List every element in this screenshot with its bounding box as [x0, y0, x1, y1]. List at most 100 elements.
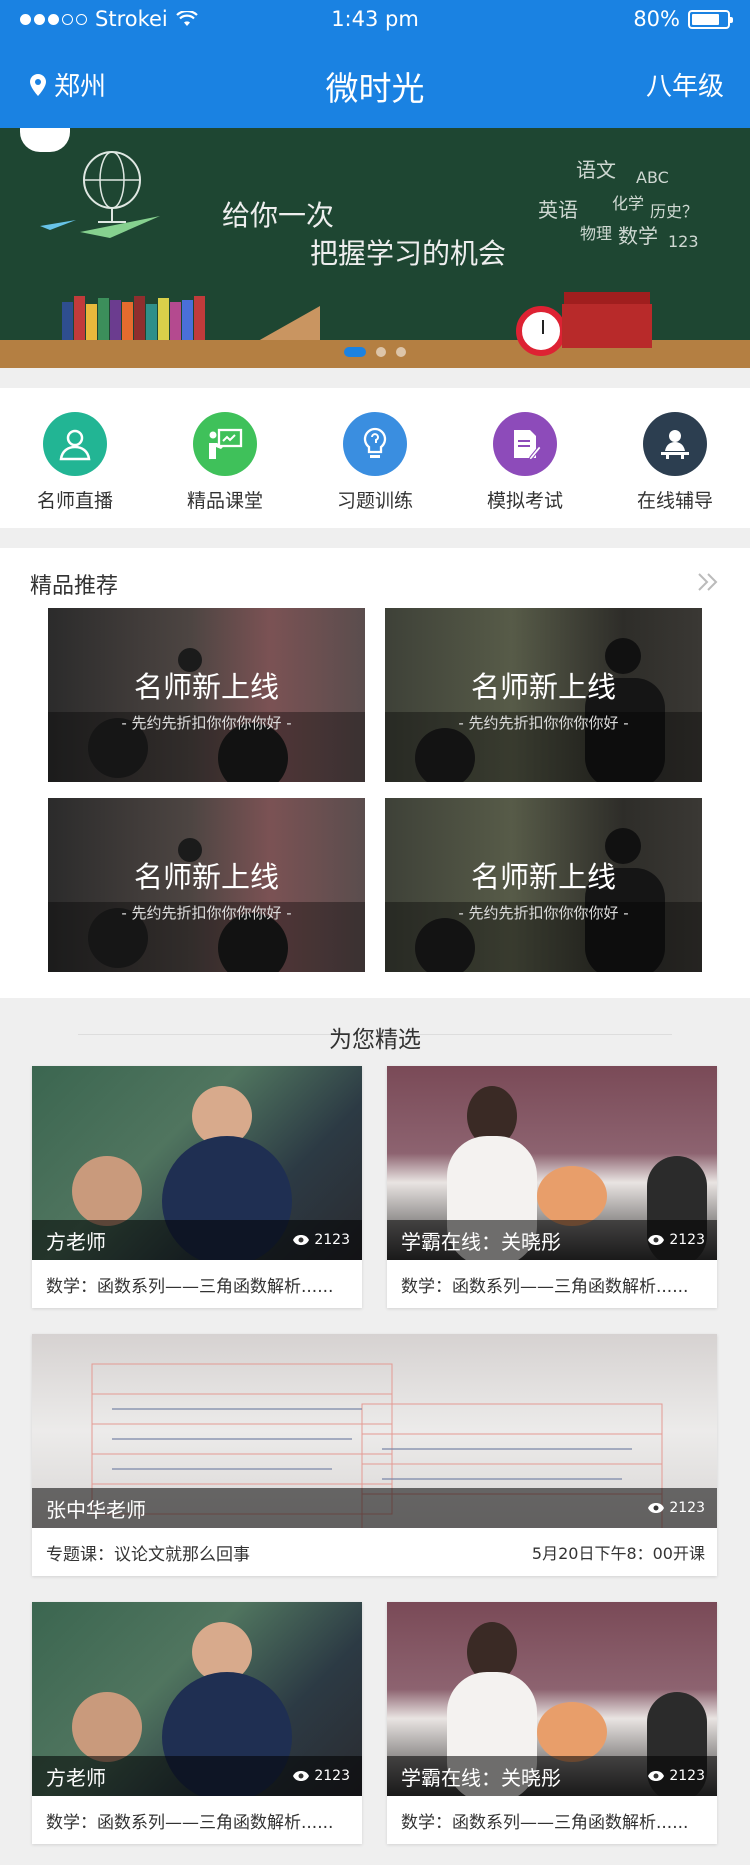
view-count: 2123	[647, 1500, 705, 1516]
pager-dot[interactable]	[396, 347, 406, 357]
course-thumbnail: 方老师 2123	[32, 1066, 362, 1260]
recommend-title: 名师新上线	[470, 670, 616, 704]
grade-selector[interactable]: 八年级	[646, 66, 724, 103]
chalk-word: 数学	[618, 224, 658, 248]
thumbnail-caption: 方老师 2123	[32, 1756, 362, 1796]
banner-headline-2: 把握学习的机会	[310, 237, 507, 270]
recommend-subtitle: - 先约先折扣你你你你好 -	[121, 904, 292, 922]
chalk-word: 化学	[612, 194, 645, 213]
course-desc: 数学：函数系列——三角函数解析......	[401, 1812, 689, 1833]
teacher-live-icon	[43, 412, 107, 476]
course-desc: 数学：函数系列——三角函数解析......	[46, 1276, 334, 1297]
online-tutor-icon	[643, 412, 707, 476]
alarm-clock-decoration	[516, 306, 566, 356]
recommend-card[interactable]: 名师新上线 - 先约先折扣你你你你好 -	[48, 798, 365, 972]
quick-item-classroom[interactable]: 精品课堂	[160, 412, 290, 528]
app-title: 微时光	[325, 69, 425, 108]
recommend-title: 名师新上线	[470, 860, 616, 894]
eye-icon	[293, 1235, 310, 1245]
course-info: 数学：函数系列——三角函数解析......	[387, 1260, 717, 1308]
recommend-title: 名师新上线	[133, 860, 279, 894]
course-info: 数学：函数系列——三角函数解析......	[32, 1260, 362, 1308]
banner-carousel[interactable]: 给你一次 把握学习的机会 语文 英语 数学 化学 物理 历史？ ABC 123	[0, 128, 750, 368]
view-count-value: 2123	[314, 1768, 350, 1784]
quick-item-online-tutoring[interactable]: 在线辅导	[610, 412, 740, 528]
status-bar: Strokei 1:43 pm 80%	[0, 0, 750, 40]
course-thumbnail: 张中华老师 2123	[32, 1334, 717, 1528]
recommend-grid: 名师新上线 - 先约先折扣你你你你好 - 名师新上线 - 先约先折扣你你你你好 …	[48, 608, 702, 972]
course-desc: 专题课：议论文就那么回事	[46, 1544, 250, 1565]
banner-headline-1: 给你一次	[222, 199, 335, 232]
recommend-title: 名师新上线	[133, 670, 279, 704]
quick-item-label: 名师直播	[36, 490, 113, 512]
banner-pager[interactable]	[344, 347, 406, 357]
teacher-name: 学霸在线：关晓彤	[401, 1765, 561, 1790]
course-desc: 数学：函数系列——三角函数解析......	[46, 1812, 334, 1833]
recommend-card[interactable]: 名师新上线 - 先约先折扣你你你你好 -	[48, 608, 365, 782]
course-card-wide[interactable]: 张中华老师 2123 专题课：议论文就那么回事 5月20日下午8：00开课	[32, 1334, 717, 1576]
section-title: 为您精选	[329, 1027, 421, 1053]
thumbnail-caption: 方老师 2123	[32, 1220, 362, 1260]
recommend-card[interactable]: 名师新上线 - 先约先折扣你你你你好 -	[385, 608, 702, 782]
teacher-name: 学霸在线：关晓彤	[401, 1229, 561, 1254]
view-count: 2123	[292, 1232, 350, 1248]
view-count-value: 2123	[669, 1500, 705, 1516]
recommend-section: 精品推荐 名师新上线 - 先约先折扣你你你你好 - 名师新上线 - 先约先折扣你…	[0, 548, 750, 998]
section-title: 精品推荐	[30, 574, 119, 599]
chalk-word: 语文	[576, 158, 616, 182]
chalk-word: 历史？	[650, 202, 699, 221]
course-info: 数学：函数系列——三角函数解析......	[387, 1796, 717, 1844]
quick-item-mock-exam[interactable]: 模拟考试	[460, 412, 590, 528]
eye-icon	[293, 1771, 310, 1781]
eye-icon	[648, 1771, 665, 1781]
chalk-word: 123	[668, 232, 699, 251]
view-count: 2123	[647, 1768, 705, 1784]
cloud-decoration	[20, 128, 70, 152]
double-chevron-right-icon[interactable]	[696, 572, 720, 592]
nav-bar: 郑州 微时光 八年级	[0, 40, 750, 128]
battery-icon	[688, 9, 733, 29]
classroom-board-icon	[193, 412, 257, 476]
teacher-name: 方老师	[46, 1765, 106, 1790]
eye-icon	[648, 1235, 665, 1245]
course-thumbnail: 学霸在线：关晓彤 2123	[387, 1066, 717, 1260]
course-thumbnail: 方老师 2123	[32, 1602, 362, 1796]
quick-item-label: 模拟考试	[486, 490, 563, 512]
view-count-value: 2123	[669, 1232, 705, 1248]
chalk-word: ABC	[636, 168, 669, 187]
course-card[interactable]: 方老师 2123 数学：函数系列——三角函数解析......	[32, 1066, 362, 1308]
recommend-subtitle: - 先约先折扣你你你你好 -	[458, 714, 629, 732]
battery-percent: 80%	[633, 7, 680, 31]
thumbnail-caption: 学霸在线：关晓彤 2123	[387, 1220, 717, 1260]
battery-group: 80%	[633, 7, 733, 31]
view-count: 2123	[292, 1768, 350, 1784]
eye-icon	[648, 1503, 665, 1513]
view-count: 2123	[647, 1232, 705, 1248]
lightbulb-icon	[343, 412, 407, 476]
course-card[interactable]: 方老师 2123 数学：函数系列——三角函数解析......	[32, 1602, 362, 1844]
view-count-value: 2123	[669, 1768, 705, 1784]
pager-dot[interactable]	[376, 347, 386, 357]
quick-item-teacher-live[interactable]: 名师直播	[10, 412, 140, 528]
quick-menu: 名师直播 精品课堂 习题训练 模拟考试 在线辅导	[0, 388, 750, 528]
thumbnail-caption: 张中华老师 2123	[32, 1488, 717, 1528]
thumbnail-caption: 学霸在线：关晓彤 2123	[387, 1756, 717, 1796]
quick-item-label: 精品课堂	[186, 490, 263, 512]
teacher-name: 方老师	[46, 1229, 106, 1254]
selection-header: 为您精选	[0, 1018, 750, 1053]
pager-dot[interactable]	[344, 347, 366, 357]
course-schedule: 5月20日下午8：00开课	[531, 1544, 705, 1563]
course-card[interactable]: 学霸在线：关晓彤 2123 数学：函数系列——三角函数解析......	[387, 1602, 717, 1844]
chalk-word: 物理	[580, 224, 613, 243]
quick-item-exercises[interactable]: 习题训练	[310, 412, 440, 528]
book-stack-decoration	[562, 304, 652, 348]
exam-paper-icon	[493, 412, 557, 476]
quick-item-label: 习题训练	[336, 490, 413, 512]
recommend-card[interactable]: 名师新上线 - 先约先折扣你你你你好 -	[385, 798, 702, 972]
chalk-word: 英语	[538, 198, 578, 222]
course-card[interactable]: 学霸在线：关晓彤 2123 数学：函数系列——三角函数解析......	[387, 1066, 717, 1308]
quick-item-label: 在线辅导	[636, 490, 713, 512]
recommend-subtitle: - 先约先折扣你你你你好 -	[121, 714, 292, 732]
view-count-value: 2123	[314, 1232, 350, 1248]
recommend-subtitle: - 先约先折扣你你你你好 -	[458, 904, 629, 922]
